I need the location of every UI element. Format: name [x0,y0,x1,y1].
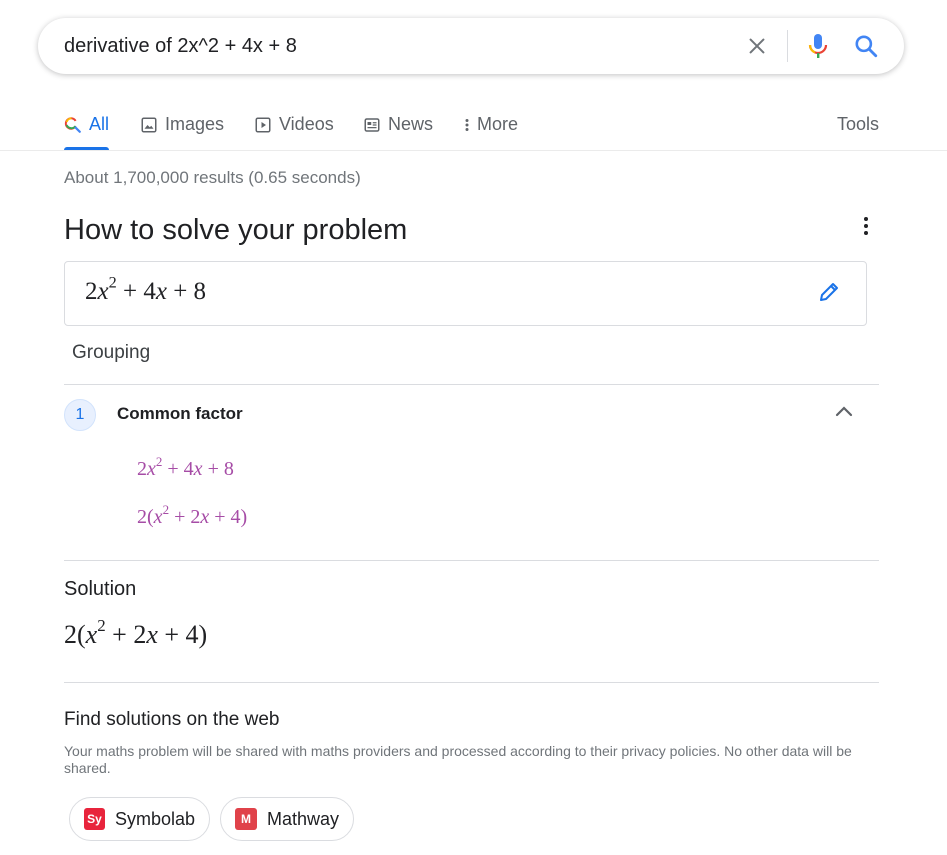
search-input[interactable] [64,33,704,59]
solution-math: 2(x2 + 2x + 4) [64,616,208,649]
tab-videos[interactable]: Videos [254,114,334,135]
divider [64,384,879,385]
provider-name: Mathway [266,808,339,829]
tab-label: Images [165,114,225,134]
search-icon [64,116,81,133]
tab-all[interactable]: All [64,114,109,135]
tools-label: Tools [837,114,880,134]
mathway-logo-icon: M [235,808,257,830]
close-icon[interactable] [743,32,771,60]
result-stats: About 1,700,000 results (0.65 seconds) [64,168,361,187]
more-options-icon[interactable] [855,214,877,238]
tab-more[interactable]: More [462,114,518,135]
web-solutions-title: Find solutions on the web [64,709,280,730]
privacy-disclaimer: Your maths problem will be shared with m… [64,743,852,776]
search-icon[interactable] [852,32,880,60]
expression-math: 2x2 + 4x + 8 [85,273,207,306]
step-math-line: 2x2 + 4x + 8 [137,453,234,480]
search-divider [787,30,788,62]
solution-label: Solution [64,578,137,600]
tabs-divider [0,150,947,151]
tab-label: Videos [279,114,334,134]
step-title: Common factor [117,404,243,423]
step-math-line: 2(x2 + 2x + 4) [137,501,248,528]
symbolab-logo-icon: Sy [84,808,105,830]
pencil-icon[interactable] [817,280,841,304]
image-icon [141,117,157,132]
tab-label: More [477,114,519,134]
symbolab-button[interactable]: Sy Symbolab [69,797,210,841]
tab-images[interactable]: Images [140,114,224,135]
tab-label: News [388,114,434,134]
tab-label: All [89,114,110,134]
method-label: Grouping [72,342,151,363]
chevron-up-icon[interactable] [832,400,856,424]
tools-button[interactable]: Tools [837,114,879,135]
newspaper-icon [364,117,380,132]
tab-news[interactable]: News [363,114,433,135]
step-number: 1 [64,399,96,431]
divider [64,682,879,683]
divider [64,560,879,561]
provider-name: Symbolab [114,808,195,829]
play-icon [255,117,271,132]
search-bar [38,18,904,74]
more-vertical-icon [465,118,469,131]
expression-editor[interactable]: 2x2 + 4x + 8 [64,261,867,326]
card-title: How to solve your problem [64,214,408,246]
mathway-button[interactable]: M Mathway [220,797,354,841]
microphone-icon[interactable] [804,32,832,60]
